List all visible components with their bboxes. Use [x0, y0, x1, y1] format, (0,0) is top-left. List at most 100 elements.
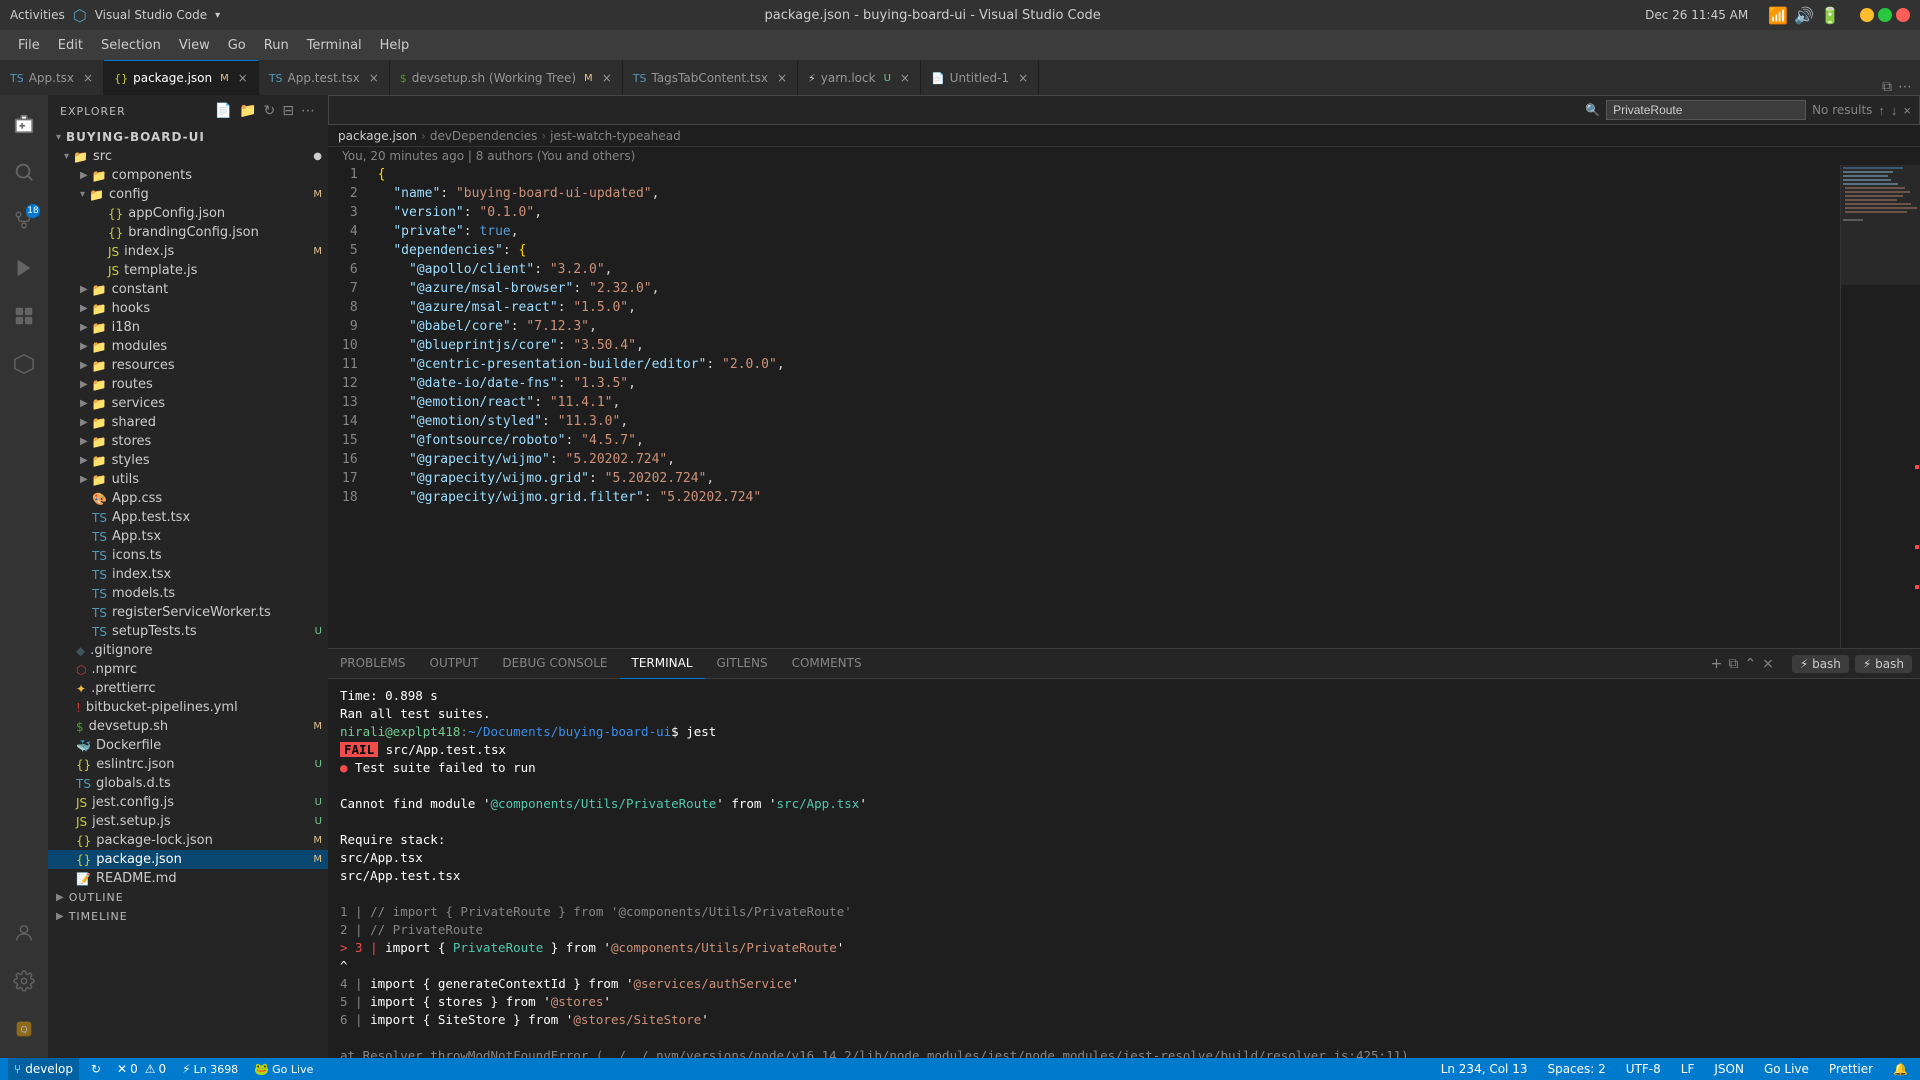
activity-files[interactable] — [0, 100, 48, 148]
remote-button[interactable]: ⚡ Ln 3698 — [178, 1062, 242, 1076]
activity-settings[interactable] — [0, 957, 48, 1005]
outline-header[interactable]: ▶ OUTLINE — [48, 888, 328, 907]
tab-close[interactable]: × — [777, 71, 787, 85]
breadcrumb-item-1[interactable]: package.json — [338, 129, 417, 143]
tab-devsetup-sh[interactable]: $ devsetup.sh (Working Tree) M × — [390, 60, 623, 95]
find-next-button[interactable]: ↓ — [1891, 103, 1898, 118]
tree-file-register-service-worker[interactable]: TS registerServiceWorker.ts — [48, 603, 328, 622]
tree-file-app-test-tsx[interactable]: TS App.test.tsx — [48, 508, 328, 527]
breadcrumb-item-3[interactable]: jest-watch-typeahead — [550, 129, 681, 143]
activity-gitlens[interactable] — [0, 340, 48, 388]
find-close-button[interactable]: × — [1903, 103, 1911, 118]
code-content[interactable]: 1 2 3 4 5 6 7 8 9 10 11 12 13 14 — [328, 165, 1920, 648]
menu-terminal[interactable]: Terminal — [299, 34, 370, 57]
tree-folder-constant[interactable]: ▶ 📁 constant — [48, 280, 328, 299]
terminal-split-button[interactable]: ⧉ — [1728, 656, 1738, 672]
dropdown-icon[interactable]: ▾ — [215, 10, 220, 21]
tab-untitled[interactable]: 📄 Untitled-1 × — [921, 60, 1039, 95]
find-prev-button[interactable]: ↑ — [1878, 103, 1885, 118]
tree-folder-hooks[interactable]: ▶ 📁 hooks — [48, 299, 328, 318]
tab-app-test-tsx[interactable]: TS App.test.tsx × — [259, 60, 390, 95]
terminal-maximize-button[interactable]: ⌃ — [1744, 656, 1756, 672]
maximize-button[interactable] — [1878, 8, 1892, 22]
menu-go[interactable]: Go — [220, 34, 254, 57]
activity-search[interactable] — [0, 148, 48, 196]
tree-file-icons-ts[interactable]: TS icons.ts — [48, 546, 328, 565]
split-editor-icon[interactable]: ⧉ — [1882, 79, 1892, 95]
activity-run-debug[interactable] — [0, 244, 48, 292]
menu-help[interactable]: Help — [372, 34, 418, 57]
tree-folder-resources[interactable]: ▶ 📁 resources — [48, 356, 328, 375]
close-button[interactable] — [1896, 8, 1910, 22]
language-button[interactable]: JSON — [1710, 1062, 1748, 1076]
menu-edit[interactable]: Edit — [50, 34, 91, 57]
tree-file-models-ts[interactable]: TS models.ts — [48, 584, 328, 603]
tab-tags-content[interactable]: TS TagsTabContent.tsx × — [623, 60, 798, 95]
tree-folder-i18n[interactable]: ▶ 📁 i18n — [48, 318, 328, 337]
add-terminal-button[interactable]: + — [1711, 656, 1723, 672]
tree-file-index-js[interactable]: JS index.js M — [48, 242, 328, 261]
tree-file-template-js[interactable]: JS template.js — [48, 261, 328, 280]
menu-file[interactable]: File — [10, 34, 48, 57]
notifications-button[interactable]: 🔔 — [1889, 1062, 1912, 1076]
terminal-close-button[interactable]: × — [1762, 656, 1774, 672]
tree-root-buying-board-ui[interactable]: ▾ BUYING-BOARD-UI — [48, 127, 328, 147]
tree-folder-services[interactable]: ▶ 📁 services — [48, 394, 328, 413]
new-file-icon[interactable]: 📄 — [215, 103, 233, 119]
tree-file-npmrc[interactable]: ⬡ .npmrc — [48, 660, 328, 679]
tree-file-jest-config[interactable]: JS jest.config.js U — [48, 793, 328, 812]
timeline-header[interactable]: ▶ TIMELINE — [48, 907, 328, 926]
tree-file-index-tsx[interactable]: TS index.tsx — [48, 565, 328, 584]
tree-file-eslintrc[interactable]: {} eslintrc.json U — [48, 755, 328, 774]
terminal-tab-debug-console[interactable]: DEBUG CONSOLE — [490, 649, 619, 679]
tree-folder-routes[interactable]: ▶ 📁 routes — [48, 375, 328, 394]
tree-file-globals-dts[interactable]: TS globals.d.ts — [48, 774, 328, 793]
terminal-tab-comments[interactable]: COMMENTS — [780, 649, 874, 679]
minimize-button[interactable] — [1860, 8, 1874, 22]
tree-file-devsetup-sh[interactable]: $ devsetup.sh M — [48, 717, 328, 736]
tree-file-readme[interactable]: 📝 README.md — [48, 869, 328, 888]
tree-folder-src[interactable]: ▾ 📁 src ● — [48, 147, 328, 166]
code-text[interactable]: { "name": "buying-board-ui-updated", "ve… — [368, 165, 1840, 648]
prettier-button[interactable]: Prettier — [1825, 1062, 1877, 1076]
tree-file-prettierrc[interactable]: ✦ .prettierrc — [48, 679, 328, 698]
menu-run[interactable]: Run — [256, 34, 297, 57]
tab-close[interactable]: × — [900, 71, 910, 85]
more-tabs-icon[interactable]: ⋯ — [1898, 79, 1912, 95]
tab-close[interactable]: × — [602, 71, 612, 85]
bash-label-2[interactable]: ⚡ bash — [1855, 655, 1912, 673]
line-ending-button[interactable]: LF — [1677, 1062, 1699, 1076]
new-folder-icon[interactable]: 📁 — [239, 103, 257, 119]
tree-folder-utils[interactable]: ▶ 📁 utils — [48, 470, 328, 489]
terminal-content[interactable]: Time: 0.898 s Ran all test suites. niral… — [328, 679, 1920, 1058]
more-actions-icon[interactable]: ⋯ — [301, 103, 316, 119]
tree-file-app-tsx[interactable]: TS App.tsx — [48, 527, 328, 546]
tree-folder-stores[interactable]: ▶ 📁 stores — [48, 432, 328, 451]
go-live-button[interactable]: Go Live — [1760, 1062, 1813, 1076]
indentation-button[interactable]: Spaces: 2 — [1543, 1062, 1609, 1076]
activity-quokka[interactable]: Q — [0, 1005, 48, 1053]
tree-file-gitignore[interactable]: ◆ .gitignore — [48, 641, 328, 660]
menu-selection[interactable]: Selection — [93, 34, 169, 57]
breadcrumb-item-2[interactable]: devDependencies — [430, 129, 538, 143]
terminal-tab-terminal[interactable]: TERMINAL — [620, 649, 705, 679]
menu-view[interactable]: View — [171, 34, 218, 57]
tree-file-app-css[interactable]: 🎨 App.css — [48, 489, 328, 508]
tree-file-bitbucket-pipelines[interactable]: ! bitbucket-pipelines.yml — [48, 698, 328, 717]
tree-folder-modules[interactable]: ▶ 📁 modules — [48, 337, 328, 356]
tab-package-json[interactable]: {} package.json M × — [104, 60, 259, 95]
errors-button[interactable]: ✕ 0 ⚠ 0 — [113, 1062, 170, 1076]
tree-file-brandingconfig[interactable]: {} brandingConfig.json — [48, 223, 328, 242]
bash-label-1[interactable]: ⚡ bash — [1792, 655, 1849, 673]
tree-file-package-lock[interactable]: {} package-lock.json M — [48, 831, 328, 850]
tree-file-dockerfile[interactable]: 🐳 Dockerfile — [48, 736, 328, 755]
find-input[interactable] — [1606, 100, 1806, 120]
tab-close[interactable]: × — [1018, 71, 1028, 85]
tree-folder-shared[interactable]: ▶ 📁 shared — [48, 413, 328, 432]
tab-close[interactable]: × — [238, 71, 248, 85]
tree-file-jest-setup[interactable]: JS jest.setup.js U — [48, 812, 328, 831]
tab-app-tsx[interactable]: TS App.tsx × — [0, 60, 104, 95]
tab-close[interactable]: × — [369, 71, 379, 85]
tree-file-package-json[interactable]: {} package.json M — [48, 850, 328, 869]
encoding-button[interactable]: UTF-8 — [1622, 1062, 1665, 1076]
